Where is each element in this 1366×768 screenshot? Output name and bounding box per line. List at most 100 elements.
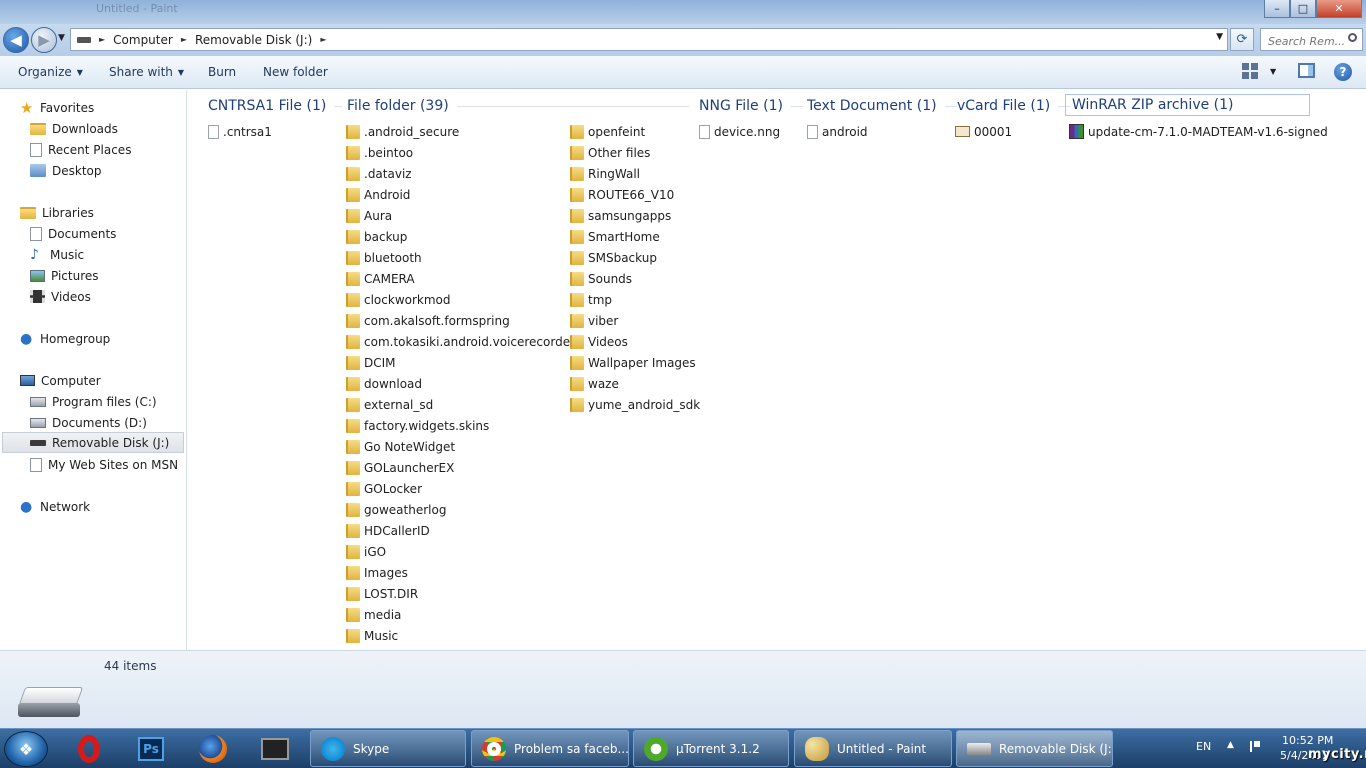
start-button[interactable]: ❖ [4,731,48,767]
folder-item[interactable]: external_sd [346,395,433,414]
folder-item[interactable]: Android [346,185,410,204]
folder-item[interactable]: .android_secure [346,122,459,141]
breadcrumb-computer[interactable]: Computer [113,33,173,47]
language-indicator[interactable]: EN [1196,740,1211,753]
show-hidden-icons-icon[interactable]: ▲ [1227,740,1234,750]
close-button[interactable]: ✕ [1316,0,1362,18]
forward-button[interactable]: ▶ [31,27,57,53]
folder-item[interactable]: LOST.DIR [346,584,418,603]
new-folder-button[interactable]: New folder [263,65,328,79]
taskbar-item-chrome[interactable]: Problem sa faceb... [471,730,629,767]
folder-item[interactable]: goweatherlog [346,500,446,519]
sidebar-item-my-web-sites[interactable]: My Web Sites on MSN [30,454,178,475]
change-view-icon[interactable] [1242,63,1258,79]
folder-item[interactable]: CAMERA [346,269,415,288]
taskbar-item-utorrent[interactable]: µTorrent 3.1.2 [633,730,789,767]
sidebar-item-documents-d[interactable]: Documents (D:) [30,412,147,433]
sidebar-item-music[interactable]: ♪ Music [30,244,84,265]
folder-item[interactable]: .dataviz [346,164,412,183]
sidebar-item-downloads[interactable]: Downloads [30,118,118,139]
folder-item[interactable]: SmartHome [570,227,660,246]
action-center-flag-icon[interactable] [1250,741,1260,752]
folder-item[interactable]: SMSbackup [570,248,657,267]
sidebar-item-computer[interactable]: Computer [20,370,101,391]
file-item-device-nng[interactable]: device.nng [699,122,780,141]
folder-item[interactable]: Sounds [570,269,632,288]
file-item-rar[interactable]: update-cm-7.1.0-MADTEAM-v1.6-signed [1069,122,1328,141]
chevron-right-icon[interactable]: ► [181,35,187,44]
sidebar-item-program-files[interactable]: Program files (C:) [30,391,157,412]
folder-item[interactable]: clockworkmod [346,290,451,309]
organize-button[interactable]: Organize ▼ [18,65,83,79]
sidebar-item-libraries[interactable]: Libraries [20,202,94,223]
help-icon[interactable]: ? [1334,63,1352,81]
group-header-winrar[interactable]: WinRAR ZIP archive (1) [1065,94,1310,116]
folder-item[interactable]: GOLocker [346,479,422,498]
folder-item[interactable]: com.tokasiki.android.voicerecorder [346,332,575,351]
folder-item[interactable]: HDCallerID [346,521,430,540]
burn-button[interactable]: Burn [208,65,236,79]
sidebar-item-pictures[interactable]: Pictures [30,265,99,286]
folder-item[interactable]: Aura [346,206,392,225]
folder-item[interactable]: GOLauncherEX [346,458,454,477]
folder-item[interactable]: download [346,374,422,393]
folder-item[interactable]: iGO [346,542,386,561]
folder-item[interactable]: backup [346,227,407,246]
taskbar-item-skype[interactable]: Skype [310,730,466,767]
firefox-icon[interactable] [188,732,238,766]
sidebar-item-videos[interactable]: Videos [30,286,91,307]
breadcrumb-removable-disk[interactable]: Removable Disk (J:) [195,33,312,47]
sidebar-item-recent-places[interactable]: Recent Places [30,139,131,160]
back-button[interactable]: ◀ [3,27,29,53]
group-header-vcard[interactable]: vCard File (1) [957,98,1071,114]
folder-item[interactable]: openfeint [570,122,645,141]
folder-item[interactable]: tmp [570,290,612,309]
preview-pane-icon[interactable] [1298,63,1315,78]
minimize-button[interactable]: – [1264,0,1290,18]
sidebar-item-documents[interactable]: Documents [30,223,116,244]
sidebar-item-removable-disk[interactable]: Removable Disk (J:) [2,432,184,453]
folder-item[interactable]: samsungapps [570,206,671,225]
folder-item[interactable]: waze [570,374,619,393]
sidebar-item-homegroup[interactable]: ● Homegroup [20,328,110,349]
clock-time[interactable]: 10:52 PM [1282,734,1333,747]
folder-item[interactable]: DCIM [346,353,396,372]
file-item-cntrsa1[interactable]: .cntrsa1 [208,122,272,141]
file-item-android-txt[interactable]: android [807,122,868,141]
folder-item[interactable]: yume_android_sdk [570,395,700,414]
group-header-file-folder[interactable]: File folder (39) [347,98,689,114]
group-header-text-document[interactable]: Text Document (1) [807,98,957,114]
group-header-cntrsa1[interactable]: CNTRSA1 File (1) [208,98,343,114]
chevron-right-icon[interactable]: ► [99,35,105,44]
folder-item[interactable]: Images [346,563,408,582]
folder-item[interactable]: com.akalsoft.formspring [346,311,510,330]
file-item-vcard[interactable]: 00001 [955,122,1012,141]
sidebar-item-network[interactable]: ● Network [20,496,90,517]
folder-item[interactable]: .beintoo [346,143,413,162]
terminal-icon[interactable] [250,732,300,766]
share-with-button[interactable]: Share with ▼ [109,65,184,79]
view-dropdown-icon[interactable]: ▼ [1270,67,1276,76]
taskbar-item-paint[interactable]: Untitled - Paint [794,730,952,767]
recent-pages-dropdown-icon[interactable]: ▼ [58,33,65,43]
sidebar-item-desktop[interactable]: Desktop [30,160,102,181]
refresh-icon[interactable]: ⟳ [1230,28,1254,51]
folder-item[interactable]: Videos [570,332,628,351]
opera-icon[interactable] [64,732,114,766]
folder-item[interactable]: RingWall [570,164,640,183]
chevron-right-icon[interactable]: ► [320,35,326,44]
group-header-nng[interactable]: NNG File (1) [699,98,803,114]
folder-item[interactable]: viber [570,311,618,330]
address-dropdown-icon[interactable]: ▼ [1216,32,1223,42]
folder-item[interactable]: Go NoteWidget [346,437,455,456]
address-bar[interactable]: ► Computer ► Removable Disk (J:) ► ▼ [70,28,1228,51]
folder-item[interactable]: Wallpaper Images [570,353,696,372]
folder-item[interactable]: factory.widgets.skins [346,416,489,435]
folder-item[interactable]: ROUTE66_V10 [570,185,674,204]
taskbar-item-explorer[interactable]: Removable Disk (J:) [956,730,1113,767]
photoshop-icon[interactable]: Ps [126,732,176,766]
sidebar-item-favorites[interactable]: ★ Favorites [20,97,94,118]
folder-item[interactable]: media [346,605,401,624]
folder-item[interactable]: Other files [570,143,650,162]
folder-item[interactable]: Music [346,626,398,645]
